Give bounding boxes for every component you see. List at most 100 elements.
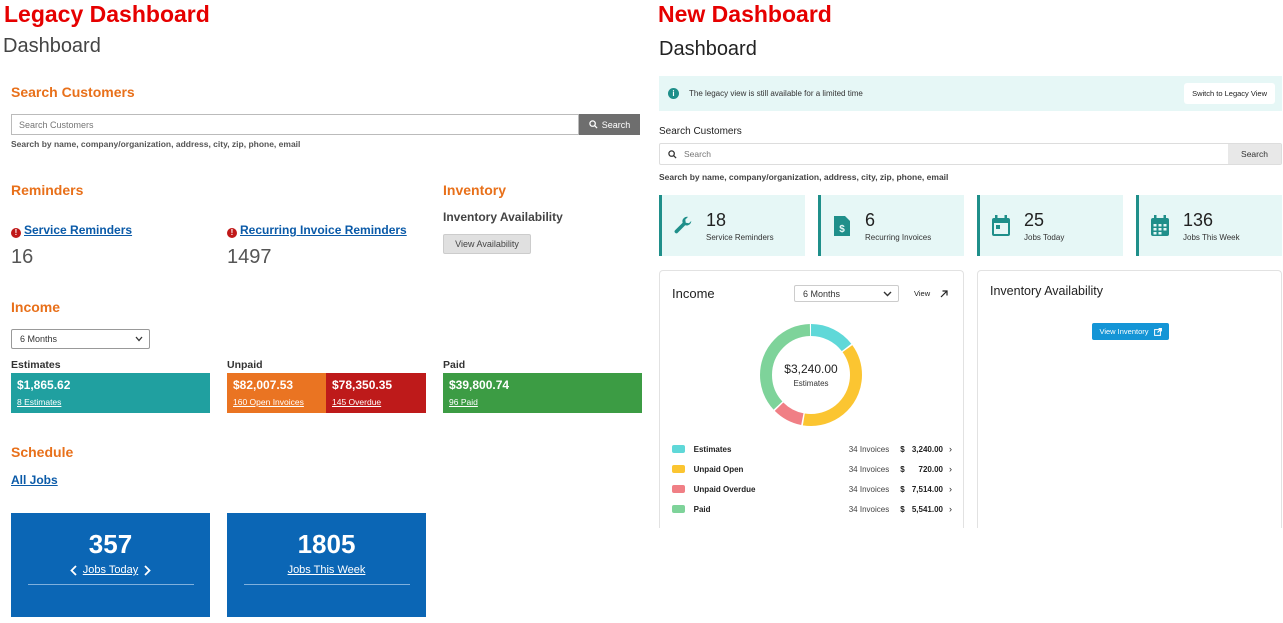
stat-value: 18 — [706, 209, 727, 230]
legacy-notice-bar: i The legacy view is still available for… — [659, 76, 1282, 111]
income-row-estimates[interactable]: Estimates 34 Invoices $3,240.00 › — [672, 442, 952, 456]
view-inventory-button[interactable]: View Inventory — [1092, 323, 1169, 340]
chevron-left-icon[interactable] — [69, 564, 77, 576]
unpaid-overdue-amount: $78,350.35 — [332, 378, 393, 392]
stat-label: Recurring Invoices — [865, 232, 932, 242]
chevron-right-icon[interactable]: › — [949, 484, 952, 494]
income-period-value: 6 Months — [803, 288, 841, 299]
income-period-select[interactable]: 6 Months — [794, 285, 899, 302]
chevron-right-icon[interactable] — [144, 564, 151, 576]
new-dashboard-banner: New Dashboard — [658, 1, 832, 27]
inventory-availability-label: Inventory Availability — [443, 210, 563, 224]
legacy-search-bar: Search — [11, 114, 640, 135]
divider — [27, 584, 194, 585]
legacy-page-title: Dashboard — [3, 35, 101, 57]
unpaid-open-box[interactable]: $82,007.53 160 Open Invoices — [227, 373, 326, 413]
donut-center-value: $3,240.00 — [784, 362, 838, 376]
schedule-heading: Schedule — [11, 444, 74, 460]
alert-icon: ! — [227, 228, 237, 238]
chevron-right-icon[interactable]: › — [949, 444, 952, 454]
service-reminders-link[interactable]: Service Reminders — [24, 223, 132, 237]
service-reminders: ! Service Reminders — [11, 221, 132, 239]
legend-swatch — [672, 465, 685, 473]
income-panel: Income 6 Months View $3,240.00 Estimates… — [659, 270, 964, 528]
paid-box[interactable]: $39,800.74 96 Paid — [443, 373, 642, 413]
legend-count: 34 Invoices — [848, 484, 890, 494]
income-row-unpaid-overdue[interactable]: Unpaid Overdue 34 Invoices $7,514.00 › — [672, 482, 952, 496]
stat-card-service-reminders[interactable]: 18 Service Reminders — [659, 195, 805, 256]
income-view-link[interactable]: View — [914, 289, 948, 298]
legend-name: Unpaid Open — [693, 464, 744, 474]
recurring-invoice-reminders-link[interactable]: Recurring Invoice Reminders — [240, 223, 407, 237]
new-search-button[interactable]: Search — [1228, 144, 1281, 164]
info-icon: i — [668, 88, 679, 99]
paid-label: Paid — [443, 359, 466, 371]
new-search-input[interactable] — [684, 144, 1228, 164]
overdue-link[interactable]: 145 Overdue — [332, 397, 420, 407]
switch-to-legacy-button[interactable]: Switch to Legacy View — [1184, 83, 1275, 104]
stat-card-jobs-this-week[interactable]: 136 Jobs This Week — [1136, 195, 1282, 256]
unpaid-open-amount: $82,007.53 — [233, 378, 294, 392]
income-row-unpaid-open[interactable]: Unpaid Open 34 Invoices $720.00 › — [672, 462, 952, 476]
view-inventory-label: View Inventory — [1099, 327, 1149, 336]
paid-amount: $39,800.74 — [449, 378, 510, 392]
legacy-search-button[interactable]: Search — [579, 114, 640, 135]
view-availability-button[interactable]: View Availability — [443, 234, 531, 254]
new-search-heading: Search Customers — [659, 126, 742, 137]
income-row-paid[interactable]: Paid 34 Invoices $5,541.00 › — [672, 502, 952, 516]
new-search-bar: Search — [659, 143, 1282, 165]
inventory-panel-title: Inventory Availability — [990, 284, 1104, 298]
new-search-hint: Search by name, company/organization, ad… — [659, 172, 949, 182]
legacy-search-input[interactable] — [11, 114, 579, 135]
inventory-heading: Inventory — [443, 182, 507, 198]
legend-amount: 5,541.00 — [911, 504, 943, 514]
estimates-box[interactable]: $1,865.62 8 Estimates — [11, 373, 210, 413]
unpaid-overdue-box[interactable]: $78,350.35 145 Overdue — [326, 373, 426, 413]
jobs-today-nav: Jobs Today — [11, 564, 210, 576]
inventory-panel: Inventory Availability View Inventory — [977, 270, 1282, 528]
arrow-up-right-icon — [940, 289, 948, 297]
chevron-right-icon[interactable]: › — [949, 504, 952, 514]
legend-swatch — [672, 445, 685, 453]
legend-currency: $ — [900, 444, 905, 454]
jobs-this-week-tile[interactable]: 1805 Jobs This Week — [227, 513, 426, 617]
recurring-invoice-reminders: ! Recurring Invoice Reminders — [227, 221, 407, 239]
legend-currency: $ — [900, 464, 905, 474]
legacy-income-period-select[interactable]: 6 Months — [11, 329, 150, 349]
estimates-link[interactable]: 8 Estimates — [17, 397, 204, 407]
external-link-icon — [1153, 327, 1162, 336]
income-view-label: View — [914, 289, 931, 298]
legend-swatch — [672, 505, 685, 513]
search-icon — [667, 149, 677, 159]
stat-card-jobs-today[interactable]: 25 Jobs Today — [977, 195, 1123, 256]
stat-label: Service Reminders — [706, 232, 774, 242]
jobs-today-count: 357 — [88, 529, 133, 559]
stat-card-recurring-invoices[interactable]: $ 6 Recurring Invoices — [818, 195, 964, 256]
estimates-label: Estimates — [11, 359, 61, 371]
service-reminders-count: 16 — [11, 246, 34, 268]
legend-name: Unpaid Overdue — [693, 484, 756, 494]
divider — [243, 584, 410, 585]
chevron-down-icon — [135, 336, 143, 342]
legend-currency: $ — [900, 504, 905, 514]
chevron-right-icon[interactable]: › — [949, 464, 952, 474]
wrench-icon — [674, 216, 692, 233]
jobs-today-link[interactable]: Jobs Today — [83, 564, 138, 576]
income-heading: Income — [11, 299, 61, 315]
unpaid-label: Unpaid — [227, 359, 263, 371]
paid-link[interactable]: 96 Paid — [449, 397, 636, 407]
jobs-this-week-link[interactable]: Jobs This Week — [288, 564, 366, 576]
jobs-this-week-nav: Jobs This Week — [227, 564, 426, 576]
search-icon — [589, 120, 598, 129]
legend-amount: 7,514.00 — [911, 484, 943, 494]
stat-value: 6 — [865, 209, 876, 230]
legacy-search-button-label: Search — [601, 119, 631, 130]
legacy-notice-text: The legacy view is still available for a… — [689, 89, 863, 98]
legend-amount: 720.00 — [918, 464, 943, 474]
open-invoices-link[interactable]: 160 Open Invoices — [233, 397, 320, 407]
jobs-today-tile[interactable]: 357 Jobs Today — [11, 513, 210, 617]
stat-value: 25 — [1024, 209, 1045, 230]
calendar-grid-icon — [1151, 214, 1169, 236]
all-jobs-link[interactable]: All Jobs — [11, 473, 58, 487]
legend-swatch — [672, 485, 685, 493]
